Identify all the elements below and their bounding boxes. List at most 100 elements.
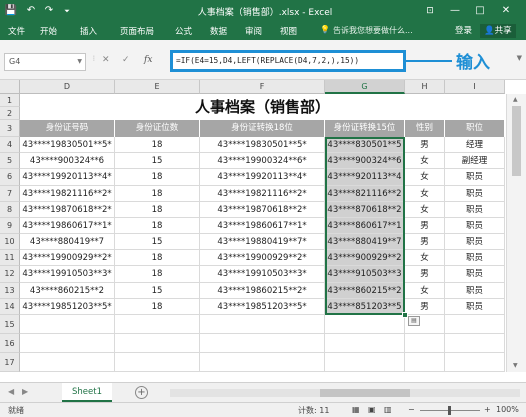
cell-id-number[interactable]: 43****19860617**1*	[20, 217, 115, 235]
row-header-13[interactable]: 13	[0, 282, 20, 299]
cell-id-to-18[interactable]: 43****19860617**1*	[200, 217, 325, 235]
row-header-14[interactable]: 14	[0, 298, 20, 315]
cell-position[interactable]: 职员	[445, 217, 505, 235]
header-id-to-15[interactable]: 身份证转换15位	[325, 120, 405, 137]
page-break-view-icon[interactable]: ▥	[384, 405, 392, 414]
cell-position[interactable]: 副经理	[445, 153, 505, 170]
empty-cell[interactable]	[200, 334, 325, 353]
tab-file[interactable]: 文件	[8, 25, 25, 37]
cancel-icon[interactable]: ✕	[102, 55, 110, 65]
cell-id-digits[interactable]: 18	[115, 217, 200, 235]
ribbon-display-options-icon[interactable]: ⊡	[420, 3, 440, 19]
cell-id-to-15[interactable]: 43****860215**2	[325, 282, 405, 299]
tab-review[interactable]: 审阅	[245, 25, 262, 37]
horizontal-scroll-thumb[interactable]	[320, 389, 410, 397]
enter-icon[interactable]: ✓	[122, 55, 130, 65]
cell-position[interactable]: 职员	[445, 282, 505, 299]
cell-id-to-18[interactable]: 43****19900929**2*	[200, 250, 325, 267]
tab-page-layout[interactable]: 页面布局	[120, 25, 154, 37]
redo-icon[interactable]: ↷	[42, 4, 56, 18]
row-header-17[interactable]: 17	[0, 353, 20, 372]
cell-id-number[interactable]: 43****19920113**4*	[20, 169, 115, 186]
name-box[interactable]: G4 ▼	[4, 53, 86, 71]
row-header-16[interactable]: 16	[0, 334, 20, 353]
cell-id-to-15[interactable]: 43****900324**6	[325, 153, 405, 170]
cell-id-digits[interactable]: 18	[115, 137, 200, 154]
sheet-title[interactable]: 人事档案（销售部）	[20, 94, 505, 120]
cell-id-number[interactable]: 43****860215**2	[20, 282, 115, 299]
cell-gender[interactable]: 男	[405, 217, 445, 235]
close-button[interactable]: ✕	[496, 3, 516, 19]
header-id-number[interactable]: 身份证号码	[20, 120, 115, 137]
restore-button[interactable]: □	[470, 3, 490, 19]
cell-id-to-15[interactable]: 43****851203**5	[325, 298, 405, 315]
cell-position[interactable]: 职员	[445, 266, 505, 283]
scroll-down-icon[interactable]: ▼	[513, 362, 518, 369]
column-header-d[interactable]: D	[20, 80, 115, 94]
row-header-15[interactable]: 15	[0, 315, 20, 334]
cell-id-to-18[interactable]: 43****19870618**2*	[200, 201, 325, 218]
empty-cell[interactable]	[115, 315, 200, 334]
undo-icon[interactable]: ↶	[24, 4, 38, 18]
prev-sheet-icon[interactable]: ◀	[8, 387, 14, 396]
cell-id-number[interactable]: 43****880419**7	[20, 234, 115, 251]
cell-id-digits[interactable]: 18	[115, 266, 200, 283]
empty-cell[interactable]	[115, 353, 200, 372]
next-sheet-icon[interactable]: ▶	[22, 387, 28, 396]
row-header-10[interactable]: 10	[0, 234, 20, 251]
row-header-4[interactable]: 4	[0, 137, 20, 154]
cell-id-digits[interactable]: 18	[115, 250, 200, 267]
cell-id-number[interactable]: 43****900324**6	[20, 153, 115, 170]
cell-gender[interactable]: 女	[405, 282, 445, 299]
cell-position[interactable]: 职员	[445, 298, 505, 315]
quick-analysis-icon[interactable]: ▤	[408, 316, 420, 326]
cell-id-to-18[interactable]: 43****19821116**2*	[200, 185, 325, 202]
zoom-in-button[interactable]: +	[484, 405, 491, 414]
cell-id-digits[interactable]: 18	[115, 185, 200, 202]
name-box-dropdown-icon[interactable]: ▼	[77, 54, 82, 70]
cell-id-number[interactable]: 43****19900929**2*	[20, 250, 115, 267]
zoom-level[interactable]: 100%	[496, 405, 519, 414]
header-position[interactable]: 职位	[445, 120, 505, 137]
cell-id-to-18[interactable]: 43****19860215**2*	[200, 282, 325, 299]
vertical-scroll-thumb[interactable]	[512, 106, 521, 176]
empty-cell[interactable]	[405, 334, 445, 353]
empty-cell[interactable]	[445, 353, 505, 372]
page-layout-view-icon[interactable]: ▣	[368, 405, 376, 414]
empty-cell[interactable]	[20, 334, 115, 353]
customize-toolbar-icon[interactable]: ⏷	[60, 4, 74, 18]
expand-formula-bar-icon[interactable]: ▼	[517, 54, 522, 62]
tab-formulas[interactable]: 公式	[175, 25, 192, 37]
cell-id-number[interactable]: 43****19851203**5*	[20, 298, 115, 315]
insert-function-icon[interactable]: fx	[144, 55, 152, 65]
tab-view[interactable]: 视图	[280, 25, 297, 37]
empty-cell[interactable]	[445, 315, 505, 334]
cell-id-digits[interactable]: 15	[115, 282, 200, 299]
cell-gender[interactable]: 男	[405, 234, 445, 251]
row-header-7[interactable]: 7	[0, 185, 20, 202]
cell-position[interactable]: 职员	[445, 201, 505, 218]
minimize-button[interactable]: —	[445, 3, 465, 19]
normal-view-icon[interactable]: ▦	[352, 405, 360, 414]
cell-id-to-15[interactable]: 43****860617**1	[325, 217, 405, 235]
vertical-scrollbar[interactable]: ▲ ▼	[506, 94, 526, 372]
cell-id-number[interactable]: 43****19870618**2*	[20, 201, 115, 218]
column-header-e[interactable]: E	[115, 80, 200, 94]
empty-cell[interactable]	[325, 334, 405, 353]
cell-gender[interactable]: 男	[405, 298, 445, 315]
row-header-1[interactable]: 1	[0, 94, 20, 107]
header-id-digits[interactable]: 身份证位数	[115, 120, 200, 137]
cell-id-to-18[interactable]: 43****19920113**4*	[200, 169, 325, 186]
row-header-9[interactable]: 9	[0, 217, 20, 235]
cell-id-to-15[interactable]: 43****920113**4	[325, 169, 405, 186]
cell-position[interactable]: 职员	[445, 234, 505, 251]
cell-gender[interactable]: 女	[405, 250, 445, 267]
cell-id-to-15[interactable]: 43****910503**3	[325, 266, 405, 283]
row-header-2[interactable]: 2	[0, 107, 20, 120]
cell-id-digits[interactable]: 18	[115, 201, 200, 218]
header-gender[interactable]: 性别	[405, 120, 445, 137]
login-link[interactable]: 登录	[455, 24, 472, 38]
horizontal-scrollbar[interactable]	[170, 389, 520, 397]
empty-cell[interactable]	[200, 315, 325, 334]
cell-id-to-15[interactable]: 43****821116**2	[325, 185, 405, 202]
